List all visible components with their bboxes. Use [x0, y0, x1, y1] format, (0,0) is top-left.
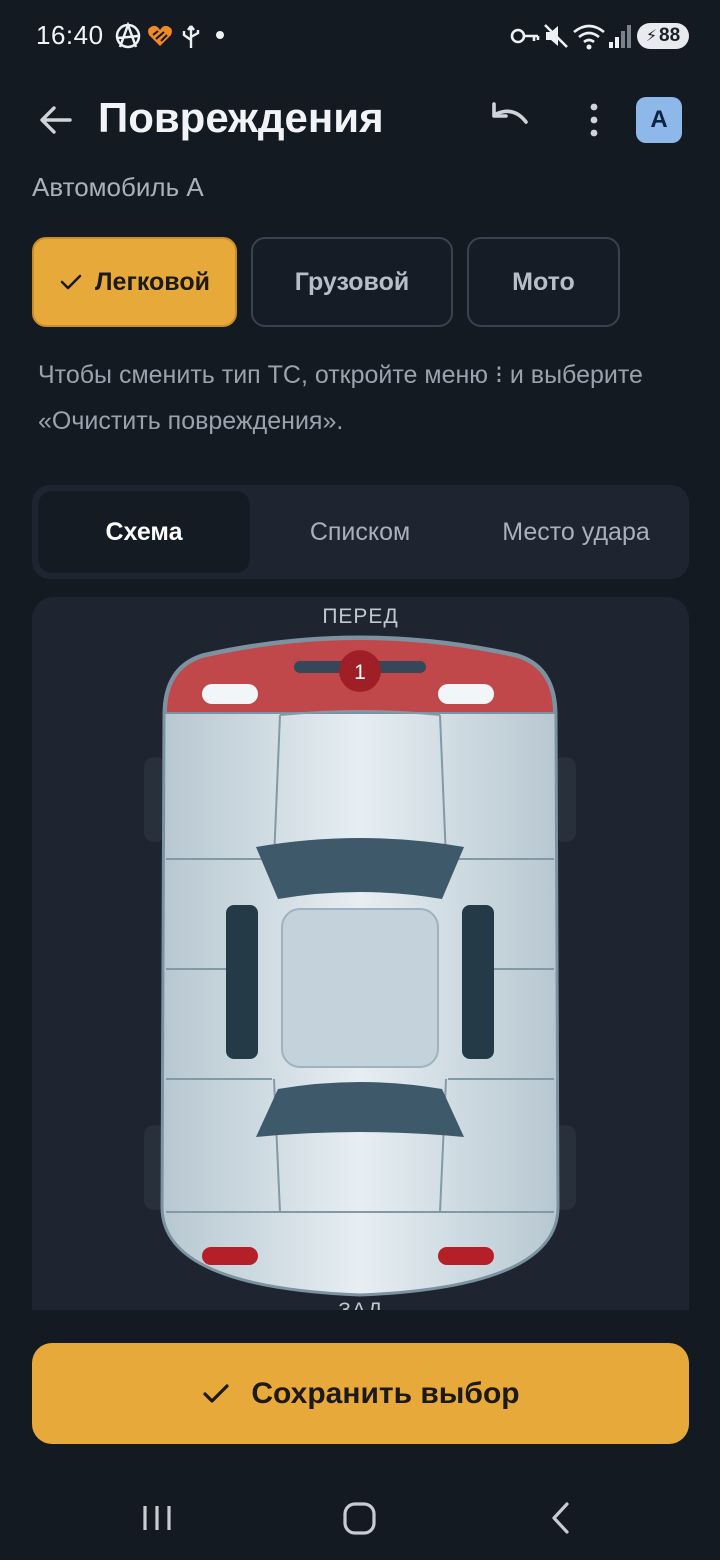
- car-diagram: 1: [144, 635, 576, 1297]
- left-wheels: [226, 905, 258, 1059]
- undo-icon[interactable]: [486, 100, 534, 140]
- usb-icon: [182, 25, 200, 48]
- system-nav-bar: [0, 1476, 720, 1560]
- hint-text: Чтобы сменить тип ТС, откройте меню ⁝ и …: [38, 361, 643, 435]
- windshield[interactable]: [256, 838, 464, 899]
- right-headlight: [438, 684, 494, 704]
- tab-list[interactable]: Списком: [254, 491, 466, 573]
- chip-moto[interactable]: Мото: [467, 237, 620, 327]
- chip-label: Легковой: [95, 267, 210, 296]
- view-tabs: Схема Списком Место удара: [32, 485, 689, 579]
- rear-window[interactable]: [256, 1082, 464, 1137]
- back-arrow-icon[interactable]: [34, 100, 78, 140]
- signal-icon: [609, 25, 631, 48]
- chip-label: Мото: [512, 267, 575, 296]
- recent-apps-icon[interactable]: [140, 1498, 174, 1538]
- avatar[interactable]: A: [636, 97, 682, 143]
- right-wheels: [462, 905, 494, 1059]
- battery-level: 88: [659, 25, 681, 46]
- front-label: ПЕРЕД: [322, 605, 399, 628]
- home-icon[interactable]: [340, 1498, 380, 1538]
- page-title: Повреждения: [98, 94, 384, 141]
- vehicle-name: Автомобиль А: [32, 172, 204, 202]
- zone-roof[interactable]: [281, 908, 439, 1068]
- app-bar: Повреждения A: [0, 80, 720, 160]
- chip-passenger-car[interactable]: Легковой: [32, 237, 237, 327]
- battery-icon: ⚡ 88: [637, 23, 689, 49]
- wifi-icon: [573, 24, 605, 50]
- more-vert-icon[interactable]: [578, 98, 610, 142]
- left-headlight: [202, 684, 258, 704]
- vpn-key-icon: [510, 28, 540, 44]
- right-taillight: [438, 1247, 494, 1265]
- save-button-label: Сохранить выбор: [251, 1376, 520, 1410]
- check-icon: [201, 1382, 231, 1406]
- status-bar: 16:40 ⚡ 88: [0, 0, 720, 72]
- tab-schema[interactable]: Схема: [38, 491, 250, 573]
- mute-icon: [544, 24, 568, 48]
- back-nav-icon[interactable]: [546, 1498, 576, 1538]
- rear-label: ЗАД: [32, 1299, 689, 1310]
- chip-label: Грузовой: [294, 267, 410, 296]
- left-taillight: [202, 1247, 258, 1265]
- check-icon: [59, 272, 83, 292]
- tab-impact-point[interactable]: Место удара: [470, 491, 682, 573]
- dot-icon: [216, 31, 224, 39]
- anarchy-icon: [115, 22, 141, 49]
- save-selection-button[interactable]: Сохранить выбор: [32, 1343, 689, 1444]
- car-diagram-card: 1 ПЕРЕД ЗАД: [32, 597, 689, 1310]
- app-heart-icon: [148, 25, 172, 46]
- chip-truck[interactable]: Грузовой: [251, 237, 453, 327]
- damage-marker-number: 1: [354, 661, 366, 684]
- status-time: 16:40: [36, 20, 104, 50]
